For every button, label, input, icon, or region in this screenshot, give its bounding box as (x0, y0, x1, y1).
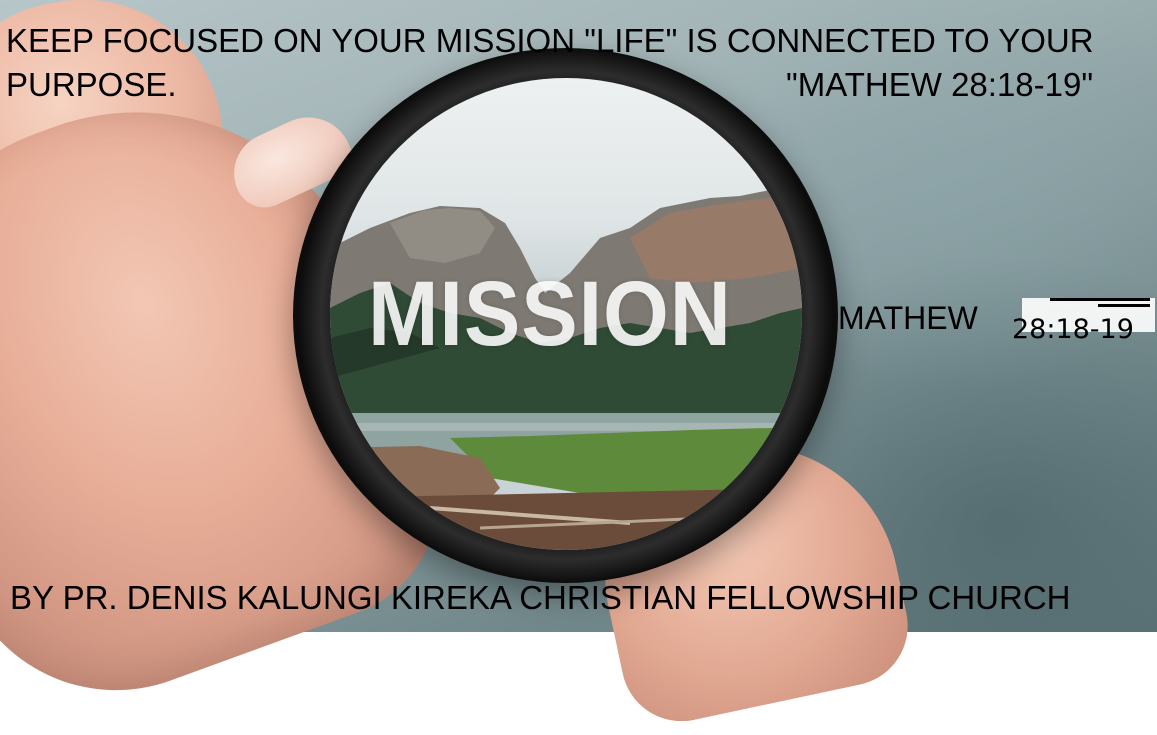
headline-line-2: PURPOSE. (6, 66, 177, 103)
underline-bar (1050, 298, 1150, 301)
author-credit: BY PR. DENIS KALUNGI KIREKA CHRISTIAN FE… (10, 579, 1071, 616)
mission-overlay-text: MISSION (368, 263, 732, 365)
side-reference-verse: 28:18-19 (1012, 314, 1134, 345)
underline-bar-short (1098, 304, 1150, 307)
side-reference-book: MATHEW (838, 300, 978, 336)
headline-line-1: KEEP FOCUSED ON YOUR MISSION "LIFE" IS C… (6, 22, 1094, 59)
grass (450, 428, 802, 498)
scripture-reference-top: "MATHEW 28:18-19" (786, 66, 1094, 103)
